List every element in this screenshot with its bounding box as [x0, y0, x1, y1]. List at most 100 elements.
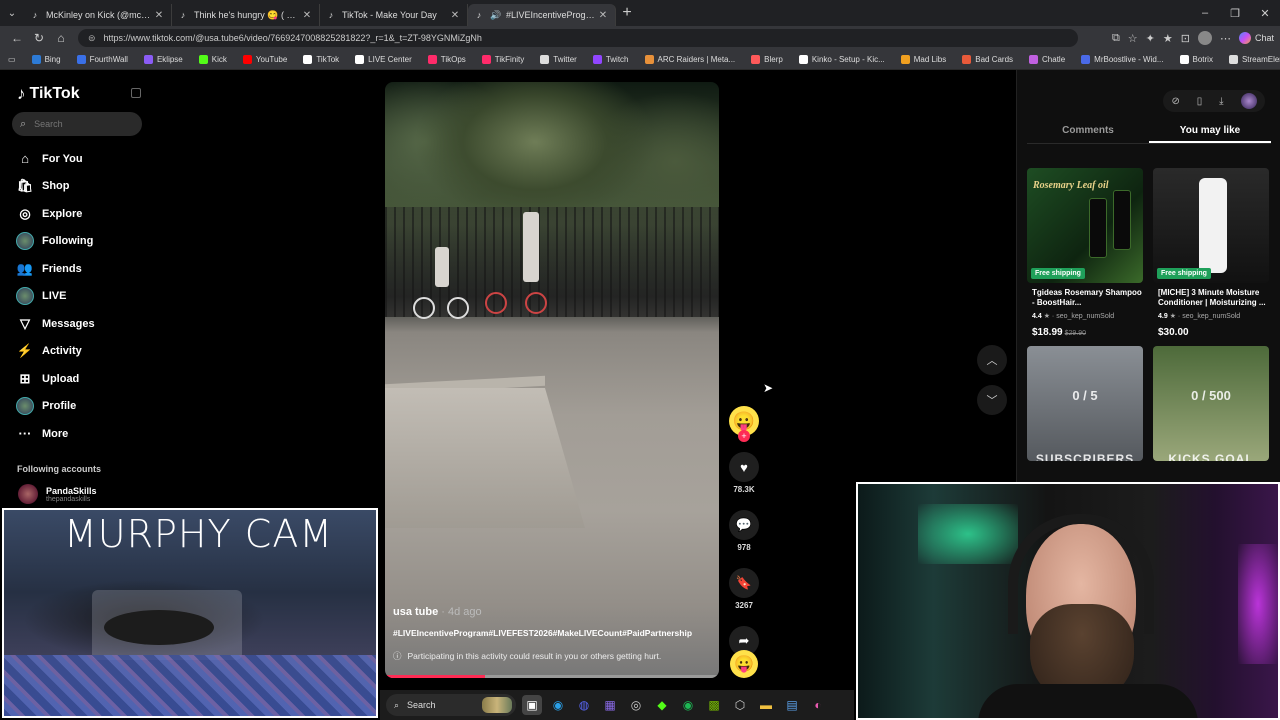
bookmark-item[interactable]: Bad Cards: [962, 55, 1013, 64]
bookmark-item[interactable]: Kinko - Setup - Kic...: [798, 55, 885, 64]
bookmark-item[interactable]: MrBoostlive - Wid...: [1081, 55, 1164, 64]
close-icon[interactable]: ✕: [153, 10, 165, 21]
reading-list-icon[interactable]: ▭: [8, 55, 16, 64]
bookmark-item[interactable]: Twitter: [540, 55, 577, 64]
bookmark-item[interactable]: Eklipse: [143, 55, 183, 64]
product-card[interactable]: Rosemary Leaf oil Free shipping Tgideas …: [1027, 168, 1143, 338]
more-menu-icon[interactable]: ⋯: [1220, 32, 1231, 45]
download-icon[interactable]: ⤓: [1219, 96, 1223, 107]
reload-icon[interactable]: ↻: [28, 31, 50, 45]
bookmark-item[interactable]: TikFinity: [481, 55, 524, 64]
taskbar-search[interactable]: ⌕ Search: [386, 694, 516, 716]
video-card[interactable]: 0 / 500 KICKS GOAL: [1153, 346, 1269, 461]
url-field[interactable]: ⊜ https://www.tiktok.com/@usa.tube6/vide…: [78, 29, 1078, 47]
tiktok-logo[interactable]: ♪ TikTok: [17, 84, 80, 104]
discord-icon[interactable]: ◍: [574, 695, 594, 715]
bookmark-item[interactable]: Blerp: [751, 55, 783, 64]
nav-item[interactable]: ⊞ Upload: [16, 365, 95, 393]
bookmark-item[interactable]: YouTube: [242, 55, 287, 64]
nav-item[interactable]: Profile: [16, 393, 95, 421]
back-icon[interactable]: ←: [6, 31, 28, 45]
extensions-icon[interactable]: ✦: [1146, 32, 1155, 45]
nav-item[interactable]: LIVE: [16, 283, 95, 311]
kick-icon[interactable]: ◆: [652, 695, 672, 715]
bookmark-item[interactable]: StreamElements: [1228, 55, 1280, 64]
tab-search-dropdown-icon[interactable]: ⌄: [0, 0, 24, 26]
comment-action[interactable]: 💬 978: [727, 510, 761, 552]
nvidia-icon[interactable]: ▩: [704, 695, 724, 715]
bookmark-item[interactable]: Chatle: [1029, 55, 1065, 64]
obs-icon[interactable]: ◎: [626, 695, 646, 715]
nav-item[interactable]: ··· More: [16, 420, 95, 448]
nav-item[interactable]: 🛍 Shop: [16, 173, 95, 201]
search-input[interactable]: [34, 119, 125, 129]
edge-icon[interactable]: ◉: [548, 695, 568, 715]
file-explorer-icon[interactable]: ▬: [756, 695, 776, 715]
nav-item[interactable]: ⌂ For You: [16, 145, 95, 173]
bookmark-item[interactable]: Twitch: [592, 55, 629, 64]
save-action[interactable]: 🔖 3267: [727, 568, 761, 610]
bookmark-item[interactable]: Mad Libs: [900, 55, 946, 64]
bookmark-item[interactable]: TikTok: [303, 55, 339, 64]
nav-item[interactable]: ▽ Messages: [16, 310, 95, 338]
chevron-down-icon[interactable]: ﹀: [977, 385, 1007, 415]
favorites-icon[interactable]: ★: [1163, 32, 1173, 45]
coins-icon[interactable]: ⊘: [1171, 96, 1179, 107]
profile-avatar-icon[interactable]: [1197, 31, 1212, 45]
nav-item[interactable]: 👥 Friends: [16, 255, 95, 283]
speaker-icon[interactable]: 🔊: [490, 10, 501, 20]
heart-icon[interactable]: ♥: [729, 452, 759, 482]
tab-you-may-like[interactable]: You may like: [1149, 122, 1271, 143]
collections-icon[interactable]: ⊡: [1181, 32, 1190, 45]
collapse-sidebar-icon[interactable]: [131, 88, 141, 98]
bookmark-item[interactable]: ARC Raiders | Meta...: [644, 55, 735, 64]
chevron-up-icon[interactable]: ︿: [977, 345, 1007, 375]
creator-avatar[interactable]: 😛 +: [729, 406, 759, 442]
settings-icon[interactable]: ⬡: [730, 695, 750, 715]
app-grid-icon[interactable]: ▦: [600, 695, 620, 715]
close-icon[interactable]: ✕: [301, 10, 313, 21]
video-player[interactable]: usa tube · 4d ago #LIVEIncentiveProgram#…: [385, 82, 719, 678]
device-icon[interactable]: ▯: [1197, 96, 1203, 107]
browser-tab-3-active[interactable]: ♪ 🔊 #LIVEIncentiveProgram #LIVEF ✕: [468, 4, 616, 26]
video-author[interactable]: usa tube · 4d ago: [393, 606, 482, 618]
search-box[interactable]: ⌕: [12, 112, 142, 136]
bookmark-item[interactable]: LIVE Center: [355, 55, 412, 64]
following-account[interactable]: PandaSkills thepandaskills: [18, 484, 97, 504]
paint-icon[interactable]: ◐: [808, 695, 828, 715]
bookmark-item[interactable]: Botrix: [1179, 55, 1213, 64]
spotify-icon[interactable]: ◉: [678, 695, 698, 715]
close-icon[interactable]: ✕: [449, 10, 461, 21]
video-card[interactable]: 0 / 5 SUBSCRIBERS: [1027, 346, 1143, 461]
nav-item[interactable]: ◎ Explore: [16, 200, 95, 228]
nav-item[interactable]: Following: [16, 228, 95, 256]
product-card[interactable]: Free shipping [MICHE] 3 Minute Moisture …: [1153, 168, 1269, 338]
restore-icon[interactable]: ❐: [1220, 7, 1250, 20]
bookmark-item[interactable]: Bing: [31, 55, 61, 64]
bookmark-item[interactable]: FourthWall: [76, 55, 128, 64]
favorite-star-icon[interactable]: ☆: [1128, 32, 1138, 45]
video-hashtags[interactable]: #LIVEIncentiveProgram#LIVEFEST2026#MakeL…: [393, 628, 713, 638]
bookmark-item[interactable]: Kick: [198, 55, 227, 64]
tab-comments[interactable]: Comments: [1027, 122, 1149, 143]
bookmark-item[interactable]: TikOps: [427, 55, 466, 64]
follow-plus-icon[interactable]: +: [738, 430, 750, 442]
home-icon[interactable]: ⌂: [50, 31, 72, 45]
like-action[interactable]: ♥ 78.3K: [727, 452, 761, 494]
minimize-icon[interactable]: –: [1190, 7, 1220, 20]
comment-icon[interactable]: 💬: [729, 510, 759, 540]
site-info-icon[interactable]: ⊜: [88, 33, 96, 44]
nav-item[interactable]: ⚡ Activity: [16, 338, 95, 366]
notepad-icon[interactable]: ▤: [782, 695, 802, 715]
bookmark-icon[interactable]: 🔖: [729, 568, 759, 598]
split-screen-icon[interactable]: ⧉: [1112, 32, 1120, 45]
browser-tab-1[interactable]: ♪ Think he's hungry 😋 ( 🔲 :@Jillian ✕: [172, 4, 320, 26]
browser-tab-0[interactable]: ♪ McKinley on Kick (@mckinley.tv) | ✕: [24, 4, 172, 26]
browser-tab-2[interactable]: ♪ TikTok - Make Your Day ✕: [320, 4, 468, 26]
avatar[interactable]: [1240, 93, 1257, 109]
close-icon[interactable]: ✕: [597, 10, 609, 21]
video-progress-bar[interactable]: [385, 675, 719, 678]
chat-button[interactable]: Chat: [1238, 32, 1274, 44]
new-tab-button[interactable]: +: [616, 4, 638, 22]
music-disc-icon[interactable]: 😛: [730, 650, 758, 678]
